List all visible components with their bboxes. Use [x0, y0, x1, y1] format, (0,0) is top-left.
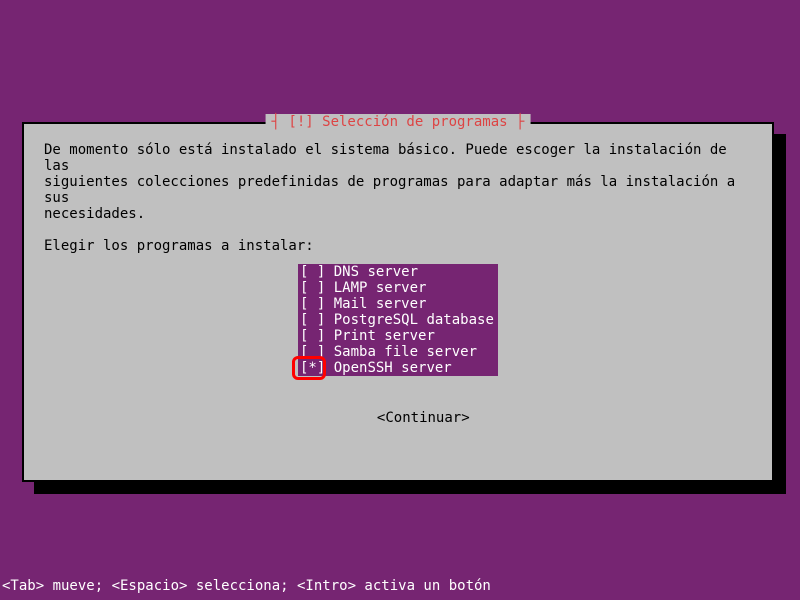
dialog-prompt: Elegir los programas a instalar: — [44, 238, 752, 254]
label-openssh: OpenSSH server — [334, 360, 452, 376]
list-item-print[interactable]: [ ] Print server — [298, 328, 498, 344]
label-postgresql: PostgreSQL database — [334, 312, 494, 328]
dialog-title: ┤ [!] Selección de programas ├ — [266, 114, 531, 130]
label-dns: DNS server — [334, 264, 418, 280]
checkbox-openssh[interactable]: [*] — [300, 360, 325, 376]
list-item-samba[interactable]: [ ] Samba file server — [298, 344, 498, 360]
label-samba: Samba file server — [334, 344, 477, 360]
tasksel-dialog: ┤ [!] Selección de programas ├ De moment… — [22, 122, 774, 482]
list-item-dns[interactable]: [ ] DNS server — [298, 264, 498, 280]
dialog-description1: De momento sólo está instalado el sistem… — [44, 142, 752, 174]
label-lamp: LAMP server — [334, 280, 427, 296]
continue-button[interactable]: <Continuar> — [377, 410, 470, 426]
checkbox-print[interactable]: [ ] — [300, 328, 325, 344]
list-item-postgresql[interactable]: [ ] PostgreSQL database — [298, 312, 498, 328]
checkbox-postgresql[interactable]: [ ] — [300, 312, 325, 328]
spacer — [44, 222, 752, 238]
dialog-description3: necesidades. — [44, 206, 752, 222]
label-mail: Mail server — [334, 296, 427, 312]
dialog-description2: siguientes colecciones predefinidas de p… — [44, 174, 752, 206]
list-item-openssh[interactable]: [*] OpenSSH server — [298, 360, 498, 376]
help-line: <Tab> mueve; <Espacio> selecciona; <Intr… — [2, 578, 491, 594]
checkbox-lamp[interactable]: [ ] — [300, 280, 325, 296]
list-item-mail[interactable]: [ ] Mail server — [298, 296, 498, 312]
list-item-lamp[interactable]: [ ] LAMP server — [298, 280, 498, 296]
software-list: [ ] DNS server [ ] LAMP server [ ] Mail … — [298, 264, 498, 376]
checkbox-samba[interactable]: [ ] — [300, 344, 325, 360]
continue-row: <Continuar> — [44, 394, 752, 442]
label-print: Print server — [334, 328, 435, 344]
dialog-body: De momento sólo está instalado el sistem… — [44, 142, 752, 442]
checkbox-dns[interactable]: [ ] — [300, 264, 325, 280]
checkbox-mail[interactable]: [ ] — [300, 296, 325, 312]
